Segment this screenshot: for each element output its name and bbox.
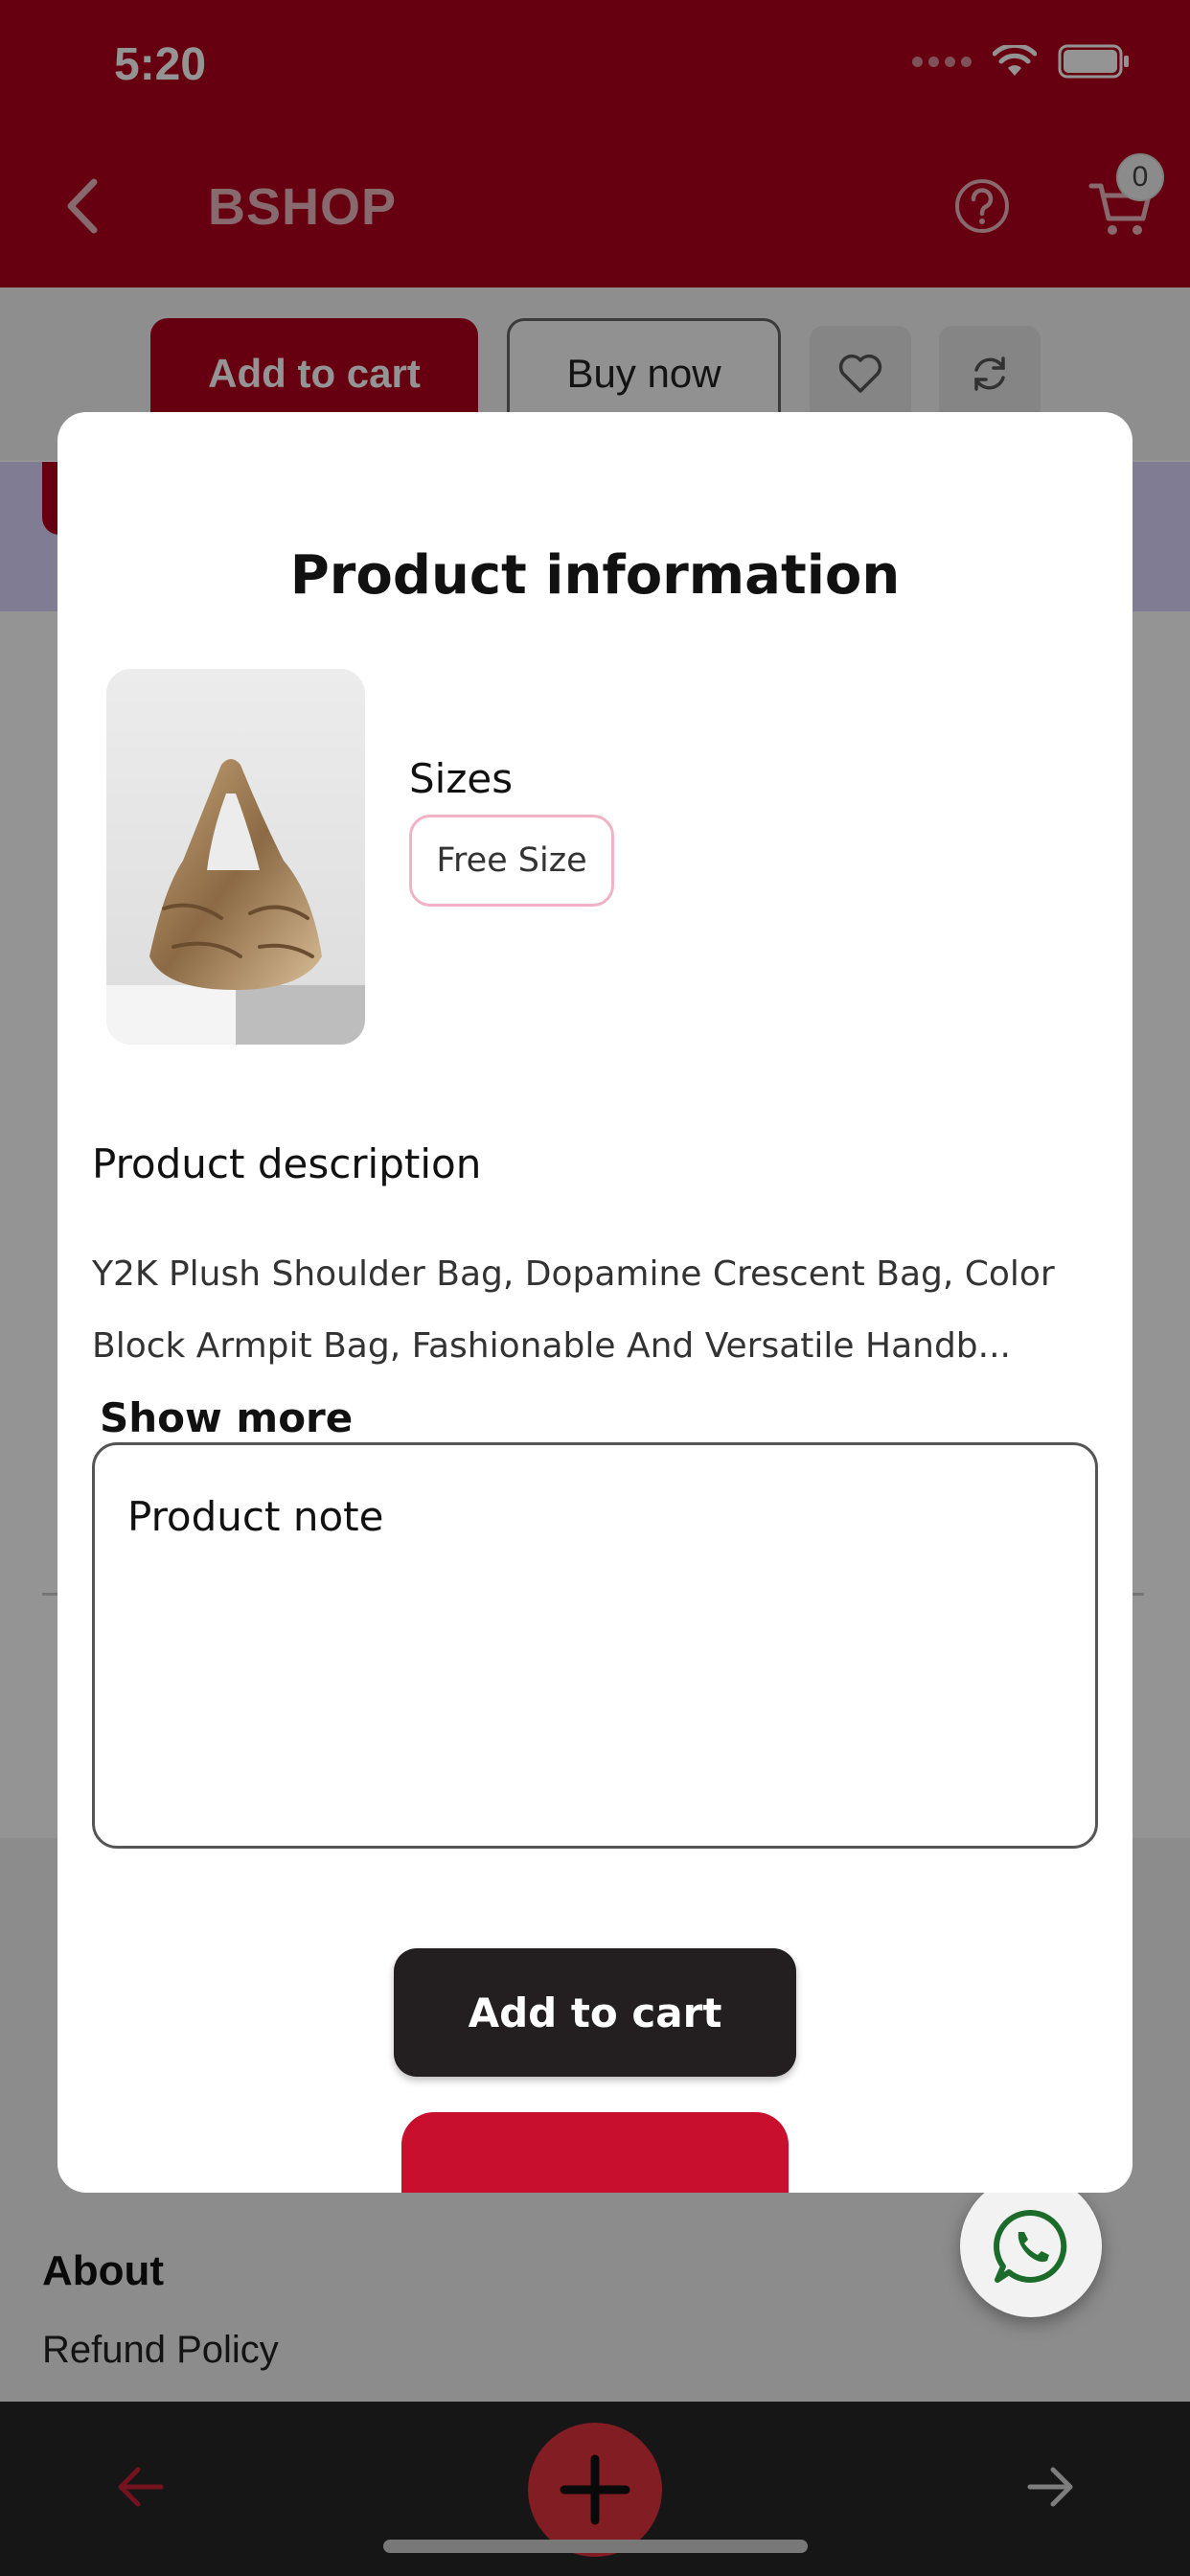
- description-body: Y2K Plush Shoulder Bag, Dopamine Crescen…: [92, 1254, 1055, 1366]
- show-more-link[interactable]: Show more: [100, 1394, 353, 1441]
- product-note-field[interactable]: [92, 1442, 1098, 1849]
- whatsapp-button[interactable]: [960, 2175, 1102, 2317]
- product-note-input[interactable]: [127, 1493, 1063, 1798]
- size-option-chip[interactable]: Free Size: [409, 815, 614, 907]
- description-text: Y2K Plush Shoulder Bag, Dopamine Crescen…: [92, 1238, 1108, 1457]
- modal-title: Product information: [289, 544, 901, 607]
- fur-bag-image: [106, 669, 365, 1045]
- product-info-modal: Product information Sizes Free Size Prod…: [57, 412, 1133, 2193]
- sizes-label: Sizes: [409, 755, 514, 802]
- modal-buy-now-button[interactable]: [401, 2112, 789, 2193]
- description-heading: Product description: [92, 1140, 482, 1187]
- product-image: [106, 669, 365, 1045]
- whatsapp-icon: [994, 2209, 1067, 2283]
- modal-add-to-cart-button[interactable]: Add to cart: [394, 1948, 796, 2077]
